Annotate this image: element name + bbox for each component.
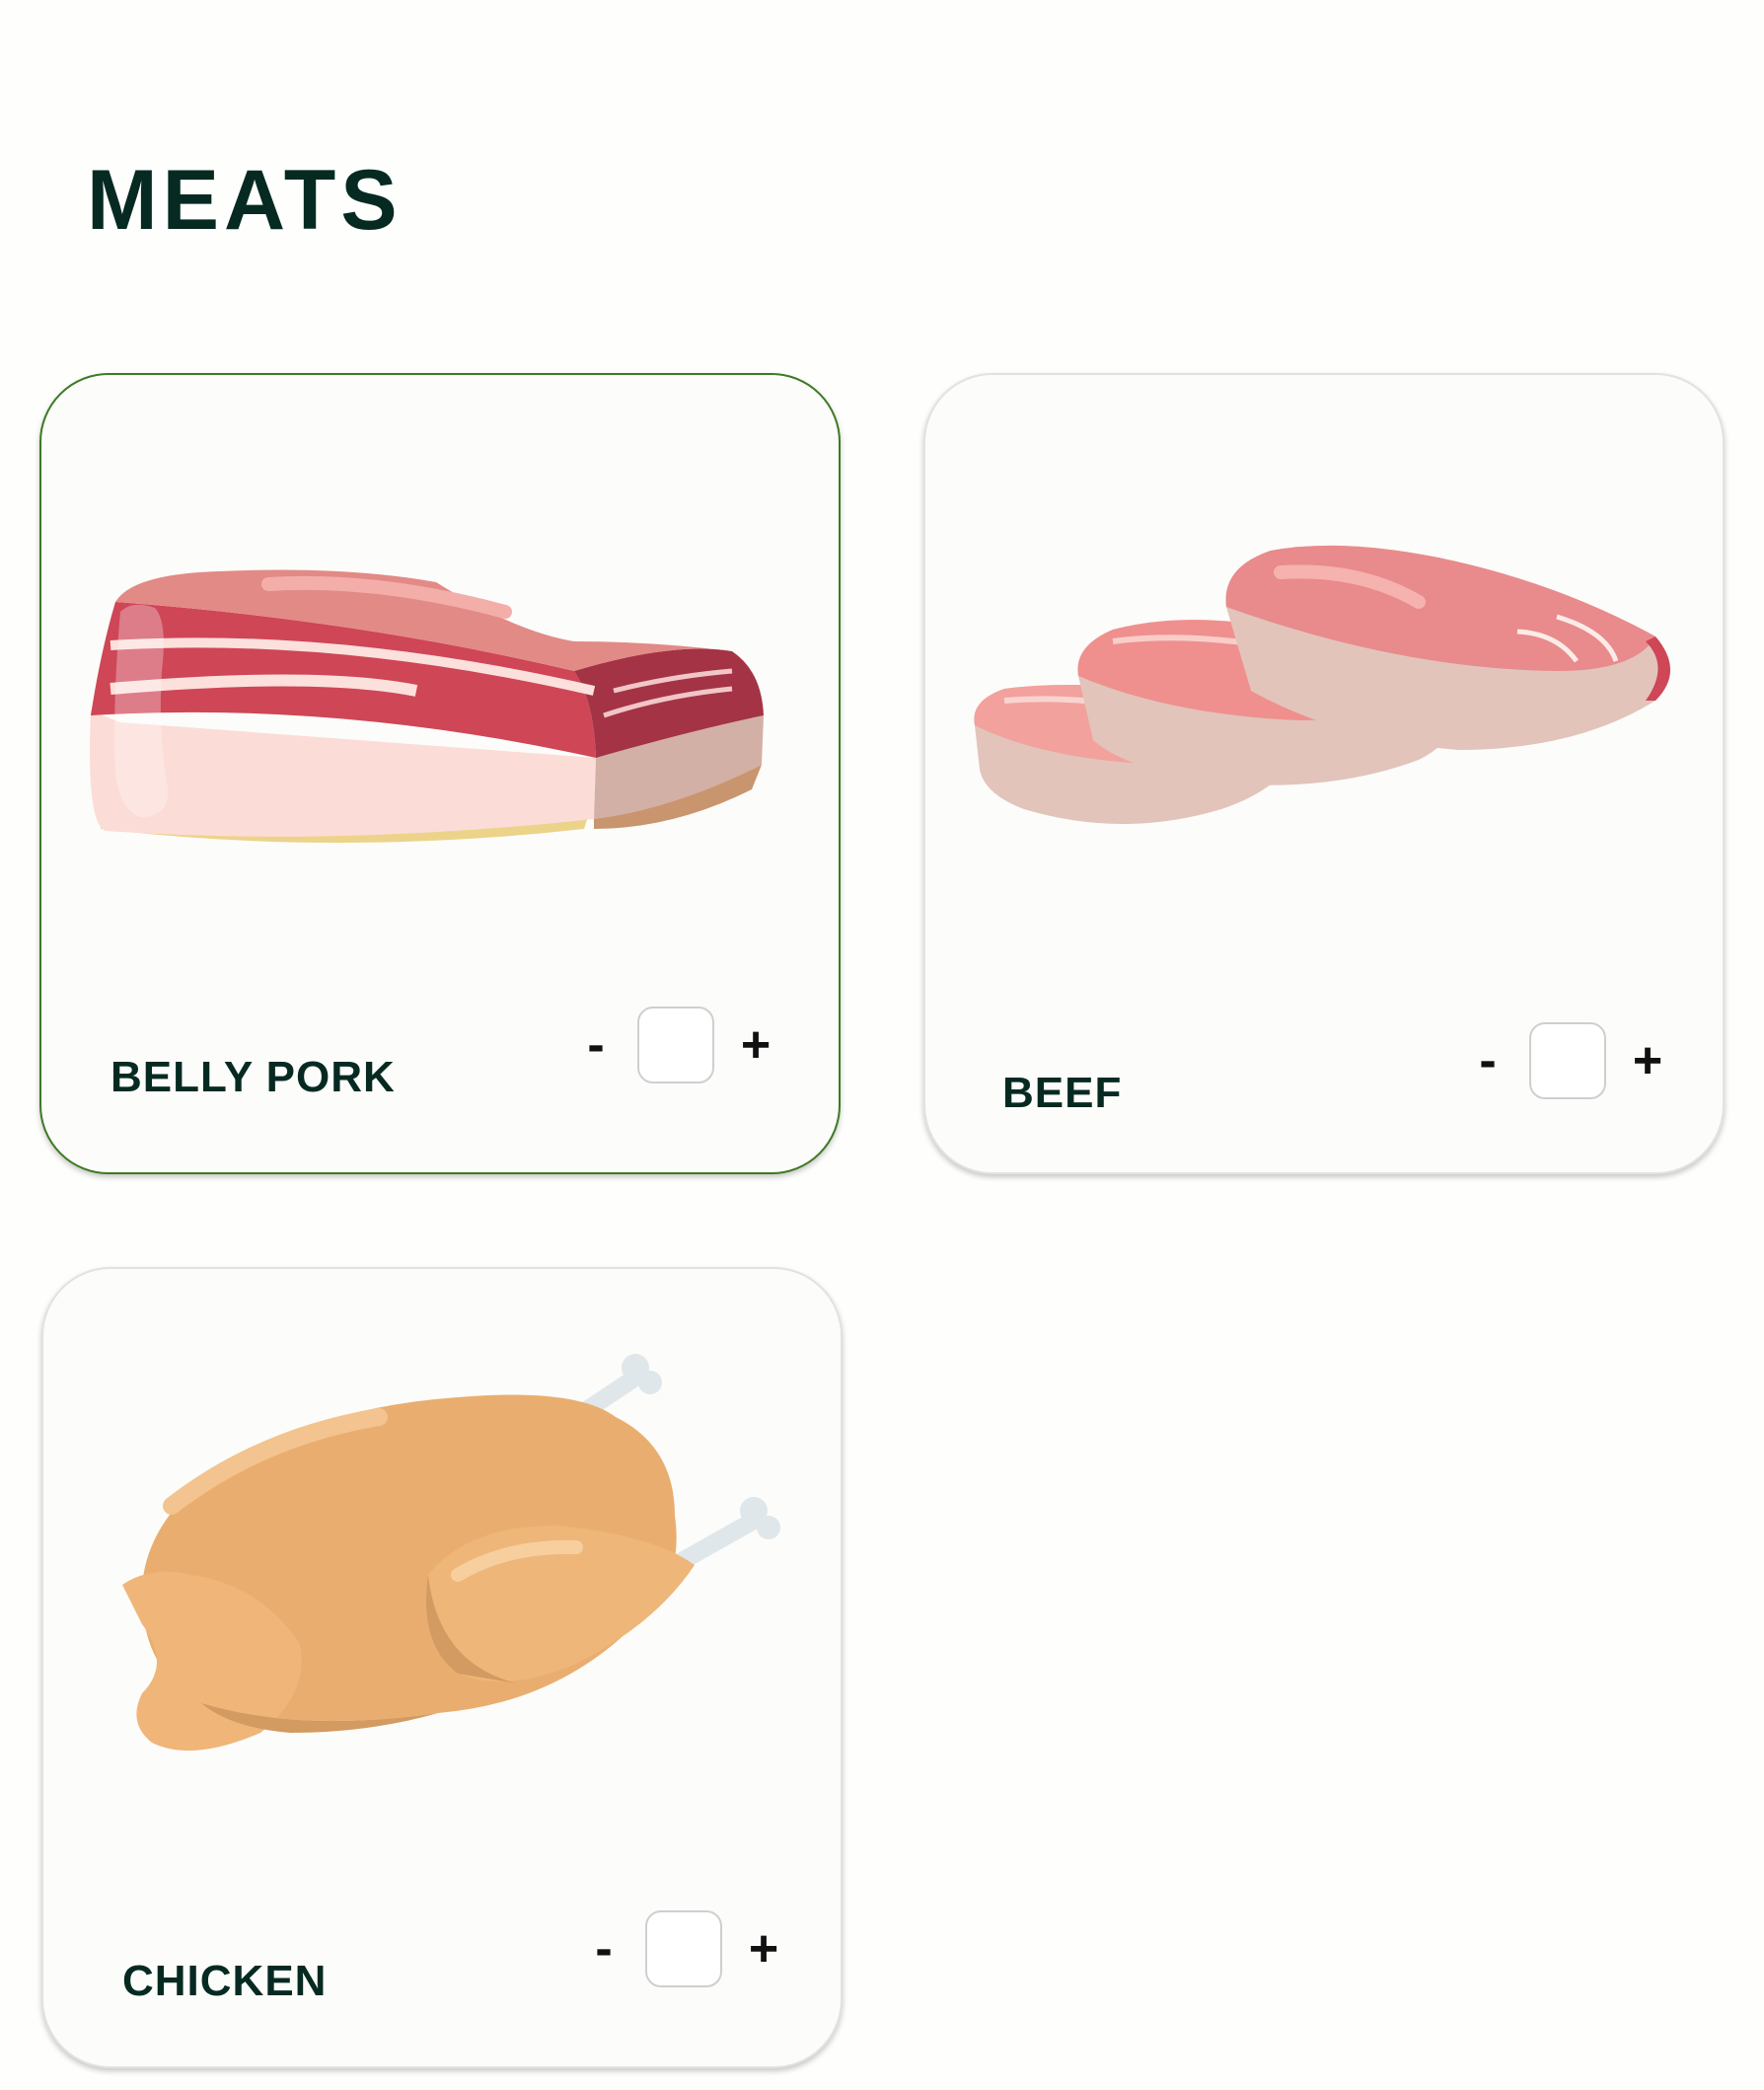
decrease-button[interactable]: - bbox=[582, 1923, 625, 1975]
quantity-input[interactable] bbox=[637, 1007, 714, 1083]
product-name: BELLY PORK bbox=[110, 1053, 396, 1101]
decrease-button[interactable]: - bbox=[1466, 1035, 1509, 1086]
quantity-stepper: - + bbox=[574, 1007, 777, 1083]
whole-chicken-illustration bbox=[122, 1354, 780, 1751]
belly-pork-illustration bbox=[90, 569, 764, 843]
quantity-input[interactable] bbox=[645, 1910, 722, 1987]
product-card-beef[interactable]: BEEF - + bbox=[923, 373, 1725, 1174]
product-name: CHICKEN bbox=[122, 1957, 328, 2005]
increase-button[interactable]: + bbox=[1626, 1035, 1669, 1086]
beef-steaks-illustration bbox=[974, 545, 1670, 824]
product-card-belly-pork[interactable]: BELLY PORK - + bbox=[39, 373, 841, 1174]
product-name: BEEF bbox=[1002, 1069, 1123, 1117]
product-card-chicken[interactable]: CHICKEN - + bbox=[41, 1267, 843, 2068]
page-title: MEATS bbox=[87, 153, 403, 248]
quantity-input[interactable] bbox=[1529, 1022, 1606, 1099]
increase-button[interactable]: + bbox=[742, 1923, 785, 1975]
quantity-stepper: - + bbox=[1466, 1022, 1669, 1099]
increase-button[interactable]: + bbox=[734, 1019, 777, 1071]
quantity-stepper: - + bbox=[582, 1910, 785, 1987]
decrease-button[interactable]: - bbox=[574, 1019, 618, 1071]
